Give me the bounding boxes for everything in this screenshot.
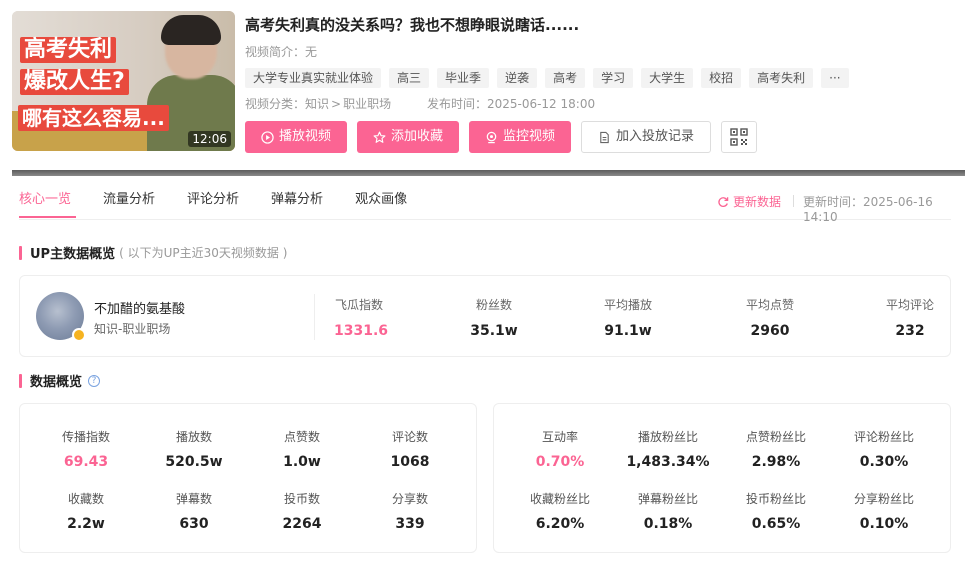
video-analysis-page: 高考失利 爆改人生? 哪有这么容易... 12:06 高考失利真的没关系吗？我也… bbox=[0, 0, 965, 566]
tag[interactable]: 大学专业真实就业体验 bbox=[245, 68, 382, 88]
up-stat-avg-likes: 平均点赞 2960 bbox=[745, 298, 794, 339]
tag[interactable]: 校招 bbox=[701, 68, 742, 88]
qr-code-button[interactable] bbox=[721, 121, 758, 153]
metric-play-fan-ratio: 播放粉丝比 1,483.34% bbox=[626, 430, 710, 470]
description-value: 无 bbox=[305, 45, 318, 59]
metric-like-fan-ratio: 点赞粉丝比 2.98% bbox=[745, 430, 806, 470]
video-header: 高考失利 爆改人生? 哪有这么容易... 12:06 高考失利真的没关系吗？我也… bbox=[0, 0, 965, 170]
up-overview-card: 不加醋的氨基酸 知识-职业职场 飞瓜指数 1331.6 粉丝数 35.1w 平均… bbox=[19, 275, 951, 357]
avatar[interactable] bbox=[36, 292, 86, 342]
tag[interactable]: 高三 bbox=[389, 68, 430, 88]
tab-danmaku-analysis[interactable]: 弹幕分析 bbox=[271, 185, 323, 219]
refresh-data-button[interactable]: 更新数据 bbox=[717, 193, 781, 210]
metric-comments: 评论数 1068 bbox=[390, 430, 430, 470]
data-overview-right-card: 互动率 0.70% 播放粉丝比 1,483.34% 点赞粉丝比 2.98% 评论… bbox=[493, 403, 951, 553]
qr-code-icon bbox=[730, 128, 748, 146]
more-tags-button[interactable]: ··· bbox=[821, 68, 849, 88]
metric-coins: 投币数 2264 bbox=[282, 492, 322, 532]
tab-comment-analysis[interactable]: 评论分析 bbox=[187, 185, 239, 219]
section-divider bbox=[12, 170, 965, 176]
metric-coin-fan-ratio: 投币粉丝比 0.65% bbox=[745, 492, 806, 532]
verified-badge-icon bbox=[72, 328, 86, 342]
metric-shares: 分享数 339 bbox=[391, 492, 428, 532]
video-description: 视频简介：无 bbox=[245, 43, 317, 60]
metric-comment-fan-ratio: 评论粉丝比 0.30% bbox=[853, 430, 914, 470]
tag[interactable]: 毕业季 bbox=[437, 68, 490, 88]
metric-likes: 点赞数 1.0w bbox=[283, 430, 321, 470]
metric-danmaku: 弹幕数 630 bbox=[175, 492, 212, 532]
metric-interaction-rate: 互动率 0.70% bbox=[535, 430, 585, 470]
help-icon[interactable]: ? bbox=[88, 374, 101, 387]
play-icon bbox=[261, 130, 274, 144]
thumbnail-caption-3: 哪有这么容易... bbox=[18, 105, 169, 131]
metric-favorites: 收藏数 2.2w bbox=[67, 492, 105, 532]
video-actions: 播放视频 添加收藏 监控视频 加入投放记录 bbox=[245, 121, 758, 153]
tag[interactable]: 高考 bbox=[545, 68, 586, 88]
add-favorite-button[interactable]: 添加收藏 bbox=[357, 121, 460, 153]
up-section-subtitle: ( 以下为UP主近30天视频数据 ) bbox=[119, 246, 288, 260]
up-card-divider bbox=[314, 294, 315, 340]
active-tab-indicator bbox=[19, 216, 76, 218]
up-stat-avg-comments: 平均评论 232 bbox=[885, 298, 934, 339]
monitor-icon bbox=[486, 131, 497, 143]
video-meta: 视频分类：知识 > 职业职场 发布时间：2025-06-12 18:00 bbox=[245, 95, 595, 112]
up-stat-fans: 粉丝数 35.1w bbox=[470, 298, 518, 339]
data-overview-left-card: 传播指数 69.43 播放数 520.5w 点赞数 1.0w 评论数 1068 … bbox=[19, 403, 477, 553]
thumbnail-caption-1: 高考失利 bbox=[20, 37, 117, 63]
video-duration: 12:06 bbox=[188, 131, 231, 147]
video-thumbnail[interactable]: 高考失利 爆改人生? 哪有这么容易... 12:06 bbox=[12, 11, 235, 151]
refresh-icon bbox=[718, 196, 729, 207]
up-stat-feigua-index: 飞瓜指数 1331.6 bbox=[334, 298, 389, 339]
metric-favorite-fan-ratio: 收藏粉丝比 6.20% bbox=[529, 492, 590, 532]
tag[interactable]: 学习 bbox=[593, 68, 634, 88]
add-record-button[interactable]: 加入投放记录 bbox=[581, 121, 712, 153]
tab-traffic-analysis[interactable]: 流量分析 bbox=[103, 185, 155, 219]
tag[interactable]: 大学生 bbox=[641, 68, 694, 88]
up-stat-avg-play: 平均播放 91.1w bbox=[603, 298, 652, 339]
metric-spread-index: 传播指数 69.43 bbox=[61, 430, 110, 470]
up-category: 知识-职业职场 bbox=[94, 322, 171, 336]
star-icon bbox=[373, 131, 386, 143]
video-tags: 大学专业真实就业体验 高三 毕业季 逆袭 高考 学习 大学生 校招 高考失利 ·… bbox=[245, 68, 849, 88]
document-icon bbox=[600, 131, 609, 143]
play-video-button[interactable]: 播放视频 bbox=[245, 121, 348, 153]
category-main: 知识 bbox=[305, 97, 330, 111]
monitor-video-button[interactable]: 监控视频 bbox=[469, 121, 572, 153]
metric-plays: 播放数 520.5w bbox=[165, 430, 223, 470]
analysis-tabs: 核心一览 流量分析 评论分析 弹幕分析 观众画像 bbox=[19, 185, 407, 219]
tab-core-overview[interactable]: 核心一览 bbox=[19, 185, 71, 219]
tag[interactable]: 逆袭 bbox=[497, 68, 538, 88]
thumbnail-caption-2: 爆改人生? bbox=[20, 69, 129, 95]
publish-time: 2025-06-12 18:00 bbox=[486, 97, 596, 111]
category-label: 视频分类： bbox=[245, 97, 306, 111]
data-section-title: 数据概览 ? bbox=[19, 371, 101, 390]
category-sub: 职业职场 bbox=[343, 97, 392, 111]
category-separator: > bbox=[331, 97, 342, 111]
update-separator bbox=[793, 195, 794, 207]
up-name[interactable]: 不加醋的氨基酸 bbox=[94, 298, 185, 317]
video-title[interactable]: 高考失利真的没关系吗？我也不想睁眼说瞎话...... bbox=[245, 14, 579, 35]
update-time: 更新时间：2025-06-16 14:10 bbox=[803, 195, 933, 224]
metric-danmaku-fan-ratio: 弹幕粉丝比 0.18% bbox=[637, 492, 698, 532]
tag[interactable]: 高考失利 bbox=[749, 68, 814, 88]
description-label: 视频简介： bbox=[245, 45, 306, 59]
up-section-title: UP主数据概览 ( 以下为UP主近30天视频数据 ) bbox=[19, 243, 287, 262]
tab-audience-profile[interactable]: 观众画像 bbox=[355, 185, 407, 219]
publish-label: 发布时间： bbox=[426, 97, 487, 111]
metric-share-fan-ratio: 分享粉丝比 0.10% bbox=[853, 492, 914, 532]
